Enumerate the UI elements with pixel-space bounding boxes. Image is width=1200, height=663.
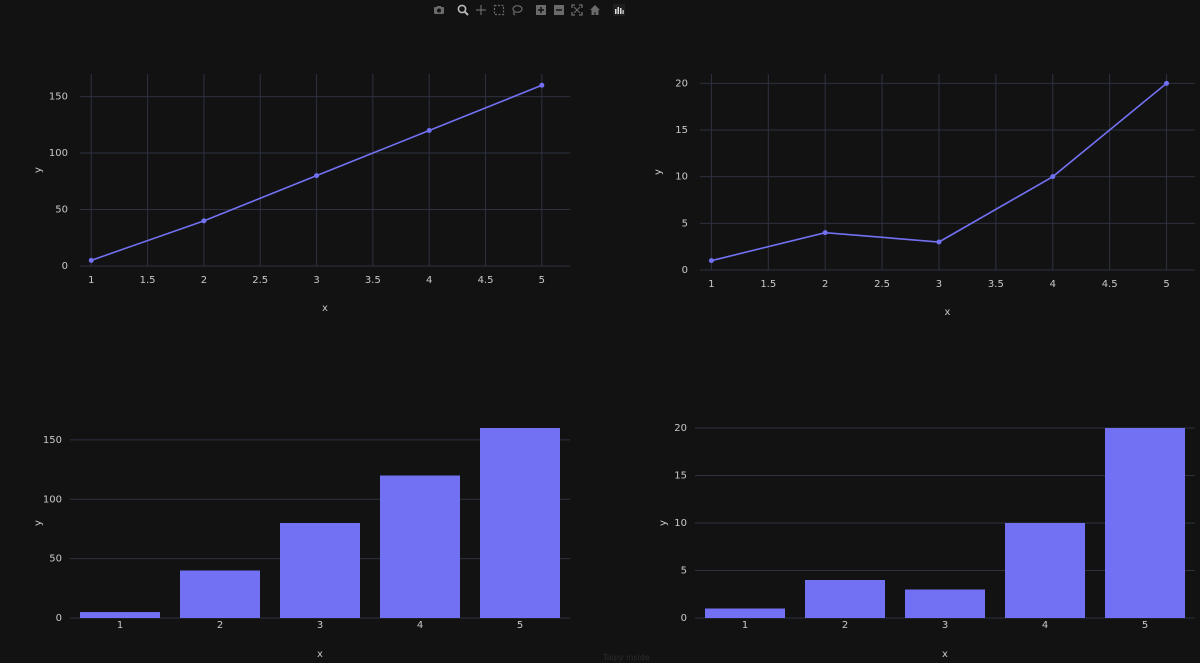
chart2-y-tick-label: 20 [675, 78, 688, 89]
zoom-in-icon[interactable] [532, 2, 550, 18]
chart1-x-tick-label: 1 [88, 275, 94, 286]
chart4-y-tick-label: 0 [681, 613, 687, 624]
chart3-bar[interactable] [480, 428, 560, 618]
autoscale-icon[interactable] [568, 2, 586, 18]
chart2-y-tick-label: 15 [675, 125, 688, 136]
chart1-y-tick-label: 50 [55, 205, 68, 216]
chart4-bar[interactable] [1005, 523, 1085, 618]
chart1-x-tick-label: 4.5 [478, 275, 494, 286]
page: 1 1.5 2 2.5 3 3.5 4 4.5 5 0 50 100 150 x y 1 1.5 2 2.5 3 3.5… [0, 0, 1200, 663]
zoom-out-icon[interactable] [550, 2, 568, 18]
chart1-data-point[interactable] [539, 82, 545, 88]
chart2-y-axis-label: y [653, 169, 664, 175]
chart1-data-point[interactable] [314, 173, 320, 179]
chart3-x-tick-label: 5 [517, 620, 523, 631]
chart2-x-tick-label: 4 [1050, 279, 1056, 290]
chart1-x-tick-label: 5 [539, 275, 545, 286]
chart2-y-tick-label: 5 [682, 218, 688, 229]
chart1-x-tick-label: 2 [201, 275, 207, 286]
chart1-y-axis-label: y [33, 167, 44, 173]
chart2-x-tick-label: 2.5 [874, 279, 890, 290]
chart4-x-tick-label: 3 [942, 620, 948, 631]
chart3-y-tick-label: 150 [43, 435, 62, 446]
chart3-y-axis-label: y [33, 520, 44, 526]
chart1-y-tick-label: 0 [62, 261, 68, 272]
chart2-data-point[interactable] [822, 230, 828, 236]
chart4-x-tick-label: 2 [842, 620, 848, 631]
chart4-y-tick-label: 5 [681, 566, 687, 577]
chart3-bar[interactable] [280, 523, 360, 618]
chart2-y-tick-label: 0 [682, 265, 688, 276]
chart4-x-tick-label: 4 [1042, 620, 1048, 631]
chart1-x-tick-label: 4 [426, 275, 432, 286]
chart2-data-point[interactable] [708, 258, 714, 264]
box-select-icon[interactable] [490, 2, 508, 18]
chart2-x-tick-label: 3.5 [988, 279, 1004, 290]
watermark: Taipy inside [603, 653, 650, 662]
chart1-x-tick-label: 2.5 [252, 275, 268, 286]
chart4-bar[interactable] [805, 580, 885, 618]
charts-canvas: 1 1.5 2 2.5 3 3.5 4 4.5 5050100150xy1 1.5 2 2.5 3 3.5… [33, 74, 1195, 660]
chart3-x-tick-label: 4 [417, 620, 423, 631]
chart3-y-tick-label: 50 [49, 554, 62, 565]
chart2-data-point[interactable] [1164, 80, 1170, 86]
reset-axes-icon[interactable] [586, 2, 604, 18]
chart4-x-tick-label: 5 [1142, 620, 1148, 631]
plotly-logo-icon[interactable] [610, 2, 628, 18]
chart2-x-tick-label: 3 [936, 279, 942, 290]
chart1-x-tick-label: 1.5 [140, 275, 156, 286]
chart3-bar[interactable] [80, 612, 160, 618]
pan-icon[interactable] [472, 2, 490, 18]
chart3-bar[interactable] [180, 570, 260, 619]
chart1-x-axis-label: x [322, 303, 328, 314]
chart3-x-tick-label: 1 [117, 620, 123, 631]
chart2-x-tick-label: 4.5 [1102, 279, 1118, 290]
chart4-bar[interactable] [905, 589, 985, 619]
chart2-x-axis-label: x [945, 307, 951, 318]
chart4-y-tick-label: 10 [674, 518, 687, 529]
chart1-data-point[interactable] [426, 127, 432, 133]
chart2-x-tick-label: 5 [1163, 279, 1169, 290]
chart4-x-axis-label: x [942, 649, 948, 660]
chart3-y-tick-label: 0 [56, 613, 62, 624]
chart3-bar[interactable] [380, 475, 460, 619]
chart1-data-point[interactable] [88, 257, 94, 263]
chart2-data-point[interactable] [936, 239, 942, 245]
chart4-bar[interactable] [705, 608, 785, 619]
chart1-y-tick-label: 100 [49, 148, 68, 159]
chart2-y-tick-label: 10 [675, 172, 688, 183]
camera-icon[interactable] [430, 2, 448, 18]
chart2-x-tick-label: 1 [708, 279, 714, 290]
chart3-y-tick-label: 100 [43, 494, 62, 505]
chart1-data-point[interactable] [201, 218, 207, 224]
chart2-x-tick-label: 2 [822, 279, 828, 290]
modebar [430, 2, 628, 18]
chart3-x-tick-label: 2 [217, 620, 223, 631]
chart4-y-tick-label: 20 [674, 423, 687, 434]
chart3-x-tick-label: 3 [317, 620, 323, 631]
chart3-x-axis-label: x [317, 649, 323, 660]
zoom-icon[interactable] [454, 2, 472, 18]
chart2-data-point[interactable] [1050, 174, 1056, 180]
chart2-x-tick-label: 1.5 [760, 279, 776, 290]
chart1-y-tick-label: 150 [49, 92, 68, 103]
chart1-x-tick-label: 3 [313, 275, 319, 286]
chart4-y-axis-label: y [658, 520, 669, 526]
chart1-x-tick-label: 3.5 [365, 275, 381, 286]
chart4-x-tick-label: 1 [742, 620, 748, 631]
chart4-bar[interactable] [1105, 428, 1185, 618]
lasso-select-icon[interactable] [508, 2, 526, 18]
chart4-y-tick-label: 15 [674, 471, 687, 482]
